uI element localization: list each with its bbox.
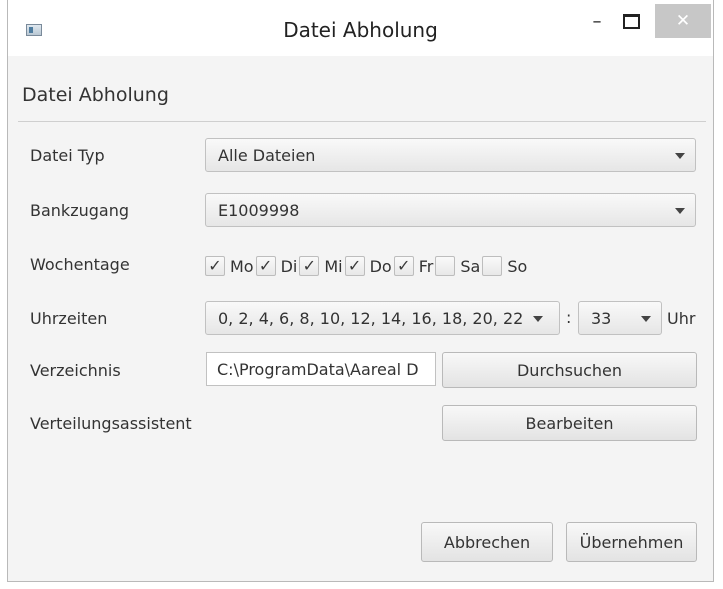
checkbox-mo[interactable]: ✓ (205, 256, 225, 276)
chevron-down-icon (641, 316, 651, 322)
checkbox-fr[interactable]: ✓ (393, 256, 414, 276)
checkbox-so[interactable] (482, 256, 503, 276)
close-button[interactable]: ✕ (655, 4, 711, 38)
time-unit-label: Uhr (667, 309, 696, 328)
minute-select[interactable]: 33 (578, 301, 662, 335)
directory-label: Verzeichnis (30, 361, 121, 380)
bank-access-label: Bankzugang (30, 201, 129, 220)
weekday-label-fr: Fr (418, 256, 434, 276)
minimize-button[interactable]: – (585, 4, 609, 38)
header-divider (18, 121, 706, 122)
times-label: Uhrzeiten (30, 309, 108, 328)
dialog-window: Datei Abholung – ✕ Datei Abholung Datei … (7, 0, 714, 582)
check-icon: ✓ (302, 256, 317, 275)
checkbox-mi[interactable]: ✓ (299, 256, 320, 276)
edit-distribution-button[interactable]: Bearbeiten (442, 405, 697, 441)
check-icon: ✓ (208, 256, 222, 275)
weekday-label-do: Do (369, 256, 392, 276)
bank-access-value: E1009998 (218, 201, 300, 220)
check-icon: ✓ (347, 256, 362, 275)
chevron-down-icon (533, 316, 543, 322)
chevron-down-icon (675, 153, 685, 159)
time-separator: : (566, 308, 572, 327)
cancel-button[interactable]: Abbrechen (421, 522, 553, 562)
weekday-label-di: Di (280, 256, 298, 276)
checkbox-di[interactable]: ✓ (255, 256, 276, 276)
hours-value: 0, 2, 4, 6, 8, 10, 12, 14, 16, 18, 20, 2… (218, 309, 524, 328)
bank-access-select[interactable]: E1009998 (205, 193, 696, 227)
check-icon: ✓ (258, 256, 273, 275)
apply-button[interactable]: Übernehmen (566, 522, 697, 562)
file-type-label: Datei Typ (30, 146, 105, 165)
panel-header: Datei Abholung (22, 84, 169, 106)
checkbox-sa[interactable] (435, 256, 456, 276)
checkbox-do[interactable]: ✓ (344, 256, 365, 276)
weekday-checkboxes: ✓ Mo ✓ Di ✓ Mi ✓ Do ✓ Fr Sa So (205, 254, 529, 278)
file-type-select[interactable]: Alle Dateien (205, 138, 696, 172)
distribution-label: Verteilungsassistent (30, 414, 192, 433)
hours-select[interactable]: 0, 2, 4, 6, 8, 10, 12, 14, 16, 18, 20, 2… (205, 301, 560, 335)
weekday-label-sa: Sa (460, 256, 481, 276)
maximize-button[interactable] (614, 4, 648, 38)
weekdays-label: Wochentage (30, 255, 130, 274)
check-icon: ✓ (397, 256, 411, 275)
title-bar[interactable]: Datei Abholung – ✕ (8, 0, 713, 56)
browse-button[interactable]: Durchsuchen (442, 352, 697, 388)
maximize-icon (622, 13, 640, 29)
directory-input[interactable] (206, 352, 436, 386)
weekday-label-mi: Mi (324, 256, 343, 276)
minute-value: 33 (591, 309, 612, 328)
chevron-down-icon (675, 208, 685, 214)
weekday-label-so: So (507, 256, 528, 276)
file-type-value: Alle Dateien (218, 146, 316, 165)
weekday-label-mo: Mo (230, 256, 254, 276)
